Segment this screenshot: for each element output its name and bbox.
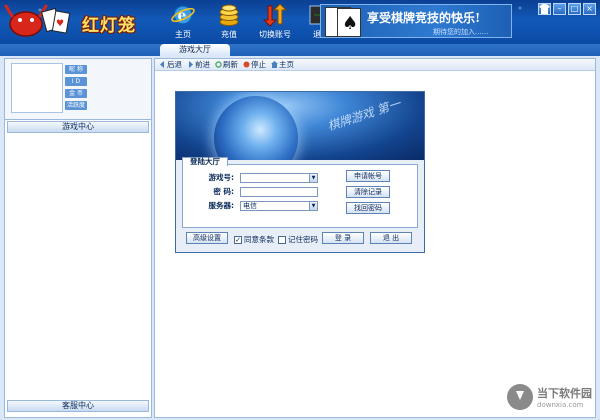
account-combobox[interactable]: ▼ [240,172,318,183]
chevron-down-icon[interactable]: ▼ [309,173,317,182]
login-banner-art: 棋牌游戏 第一 [176,92,424,160]
ie-globe-icon: e [171,5,195,25]
recover-password-button[interactable]: 找回密码 [346,202,390,214]
browser-toolbar: 后退 前进 刷新 停止 主页 [155,59,595,71]
nickname-tag: 昵 称 [65,65,87,74]
password-input[interactable] [240,186,318,197]
divider [5,119,151,120]
home-icon [271,61,278,68]
account-label: 游戏号: [208,173,235,182]
window-controls: – □ × [538,3,596,15]
home-button[interactable]: 主页 [271,59,294,70]
lantern-lobster-logo-icon: ♥ [4,4,71,37]
minimize-icon[interactable]: – [553,3,566,15]
remember-password-checkbox[interactable]: 记住密码 [278,234,318,245]
tab-game-hall[interactable]: 游戏大厅 [160,44,230,56]
content-panel: 后退 前进 刷新 停止 主页 棋牌游戏 第一 登陆大厅 游戏号: ▼ 密 码: … [154,58,596,418]
svg-text:♠: ♠ [342,13,358,34]
activity-tag: 活跃度 [65,101,87,110]
login-slogan: 棋牌游戏 第一 [325,96,403,134]
remember-password-label: 记住密码 [288,235,318,244]
nav-home-label: 主页 [175,30,191,39]
login-actions: 高级设置 ✓ 同意条款 记住密码 登 录 退 出 [182,232,418,246]
site-watermark: 当下软件园 downxia.com [507,384,592,410]
agree-terms-label: 同意条款 [244,235,274,244]
checkmark-icon: ✓ [234,235,242,244]
nav-switch-account-label: 切换账号 [259,30,291,39]
register-button[interactable]: 申请帐号 [346,170,390,182]
refresh-icon [215,61,222,68]
nav-recharge-button[interactable]: 充值 [206,2,252,42]
nav-switch-account-button[interactable]: 切换账号 [252,2,298,42]
svg-text:♥: ♥ [56,19,64,29]
advanced-settings-button[interactable]: 高级设置 [186,232,228,244]
back-icon [160,61,164,68]
back-label: 后退 [167,60,182,69]
forward-icon [189,61,193,68]
switch-arrows-icon [262,3,288,27]
forward-label: 前进 [195,60,210,69]
user-profile: 昵 称 I D 金 币 活跃度 [5,59,151,119]
download-arrow-icon [507,384,533,410]
watermark-title: 当下软件园 [537,387,592,400]
server-value: 电信 [243,201,257,210]
app-header: ♥ 红灯笼 e 主页 充值 切换账号 ♠ 享受棋牌竞技的快乐! 期待您的加入..… [0,0,600,44]
nav-home-button[interactable]: e 主页 [160,2,206,42]
close-icon[interactable]: × [583,3,596,15]
login-button[interactable]: 登 录 [322,232,364,244]
password-label: 密 码: [213,187,234,196]
promo-banner[interactable]: ♠ 享受棋牌竞技的快乐! 期待您的加入...... [320,4,512,38]
gold-tag: 金 币 [65,89,87,98]
coins-icon [219,4,239,26]
agree-terms-checkbox[interactable]: ✓ 同意条款 [234,234,274,245]
password-row: 密 码: [188,186,318,197]
refresh-button[interactable]: 刷新 [215,59,238,70]
nav-recharge-label: 充值 [221,30,237,39]
login-dialog: 棋牌游戏 第一 登陆大厅 游戏号: ▼ 密 码: 服务器: 电信 ▼ 申请帐号 … [175,91,425,253]
banner-subtitle: 期待您的加入...... [433,28,489,36]
game-center-header[interactable]: 游戏中心 [7,121,149,133]
left-panel: 昵 称 I D 金 币 活跃度 游戏中心 客服中心 [4,58,152,418]
back-button[interactable]: 后退 [159,59,182,70]
home-label: 主页 [279,60,294,69]
forward-button[interactable]: 前进 [187,59,210,70]
clear-records-button[interactable]: 清除记录 [346,186,390,198]
skin-shirt-icon[interactable] [538,3,551,15]
logo-text: 红灯笼 [82,16,136,36]
service-center-header[interactable]: 客服中心 [7,400,149,412]
watermark-url: downxia.com [537,401,584,409]
account-row: 游戏号: ▼ [188,172,318,183]
refresh-label: 刷新 [223,60,238,69]
checkbox-empty-icon [278,235,286,244]
id-tag: I D [65,77,87,86]
maximize-icon[interactable]: □ [568,3,581,15]
server-select[interactable]: 电信 ▼ [240,200,318,211]
server-label: 服务器: [208,201,235,210]
app-logo: ♥ 红灯笼 [4,2,154,42]
spade-card-icon: ♠ [337,8,361,37]
banner-title: 享受棋牌竞技的快乐! [367,11,481,25]
user-info-tags: 昵 称 I D 金 币 活跃度 [65,65,87,113]
globe-decoration [214,96,298,160]
quit-button[interactable]: 退 出 [370,232,412,244]
tab-bar: 游戏大厅 [0,44,600,56]
login-tab[interactable]: 登陆大厅 [182,157,228,166]
main-frame: 昵 称 I D 金 币 活跃度 游戏中心 客服中心 后退 前进 刷新 停止 主页… [0,56,600,420]
stop-icon [243,61,250,68]
stop-label: 停止 [251,60,266,69]
avatar[interactable] [11,63,63,113]
top-navigation: e 主页 充值 切换账号 退出 [160,2,344,42]
stop-button[interactable]: 停止 [243,59,266,70]
chevron-down-icon[interactable]: ▼ [309,201,317,210]
server-row: 服务器: 电信 ▼ [188,200,318,211]
